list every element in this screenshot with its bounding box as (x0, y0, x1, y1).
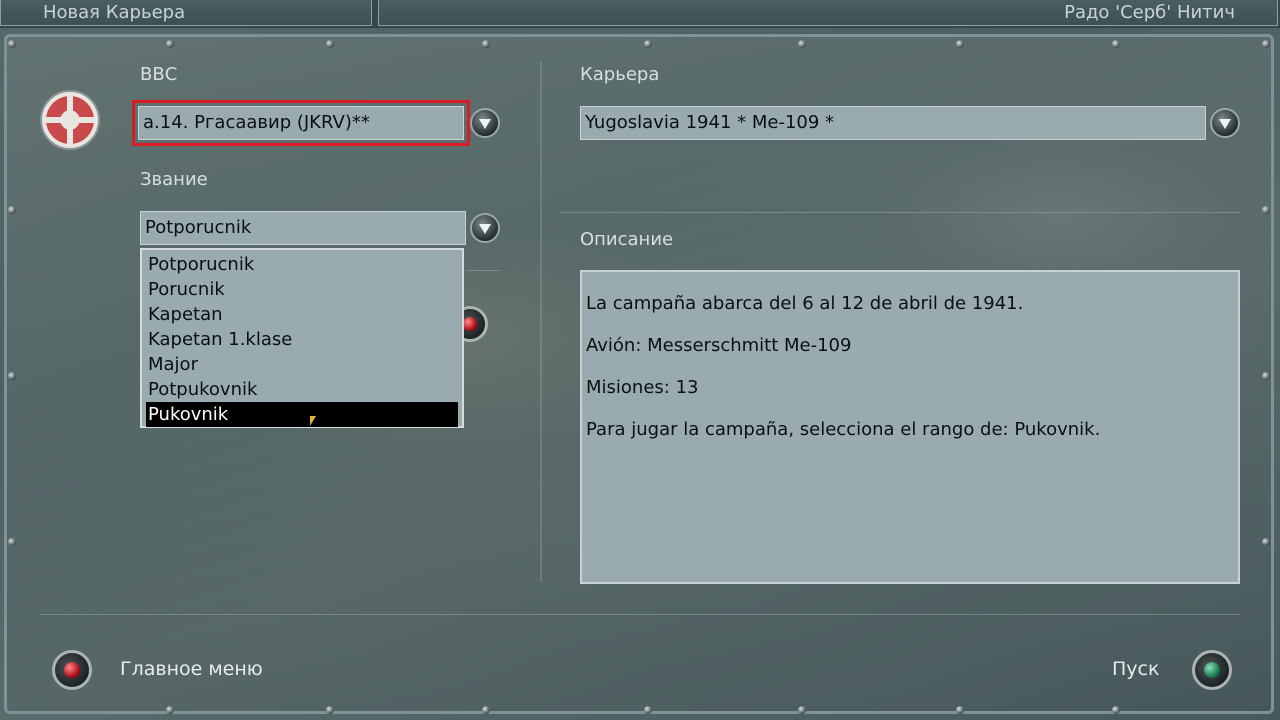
divider-right (560, 212, 1240, 213)
rank-option[interactable]: Kapetan (146, 302, 458, 327)
rank-dropdown-button[interactable] (470, 213, 500, 243)
rivet (956, 40, 964, 48)
airforce-label: ВВС (140, 64, 178, 85)
mouse-cursor-icon (310, 416, 316, 426)
green-lamp-icon (1204, 662, 1220, 678)
rivet (8, 538, 16, 546)
main-menu-button[interactable] (52, 650, 92, 690)
rank-dropdown-list: Potporucnik Porucnik Kapetan Kapetan 1.k… (140, 248, 464, 428)
start-label[interactable]: Пуск (1112, 658, 1159, 680)
rivet (326, 40, 334, 48)
rivet (482, 40, 490, 48)
rivet (798, 40, 806, 48)
rivet (1262, 206, 1270, 214)
main-menu-label[interactable]: Главное меню (120, 658, 263, 680)
rank-option[interactable]: Kapetan 1.klase (146, 327, 458, 352)
rivet (8, 372, 16, 380)
career-dropdown-button[interactable] (1210, 108, 1240, 138)
airforce-select[interactable]: a.14. Pгасаавир (JKRV)** (132, 100, 470, 146)
knob-lamp (463, 317, 477, 331)
rivet (482, 706, 490, 714)
pilot-name: Радо 'Серб' Нитич (378, 0, 1278, 26)
rivet (644, 706, 652, 714)
rank-option[interactable]: Potporucnik (146, 252, 458, 277)
roundel-cross (44, 117, 96, 123)
divider-left-mid (466, 270, 500, 271)
rivet (8, 40, 16, 48)
rivet (166, 40, 174, 48)
rivet (644, 40, 652, 48)
description-line: Para jugar la campaña, selecciona el ran… (586, 419, 1101, 440)
airforce-dropdown-button[interactable] (470, 108, 500, 138)
red-lamp-icon (64, 662, 80, 678)
description-box: La campaña abarca del 6 al 12 de abril d… (580, 270, 1240, 584)
rivet (956, 706, 964, 714)
rivet (1112, 40, 1120, 48)
screen-title: Новая Карьера (0, 0, 372, 26)
roundel-icon (40, 90, 100, 150)
rivet (798, 706, 806, 714)
career-label: Карьера (580, 64, 660, 85)
description-line: Avión: Messerschmitt Me-109 (586, 335, 852, 356)
rivet (8, 206, 16, 214)
column-divider (540, 62, 542, 582)
career-select[interactable]: Yugoslavia 1941 * Me-109 * (580, 106, 1206, 140)
description-label: Описание (580, 229, 674, 250)
start-button[interactable] (1192, 650, 1232, 690)
rivet (1262, 40, 1270, 48)
divider-bottom (40, 614, 1240, 615)
rank-select[interactable]: Potporucnik (140, 211, 466, 245)
rivet (1262, 372, 1270, 380)
rank-option[interactable]: Porucnik (146, 277, 458, 302)
title-bar: Новая Карьера Радо 'Серб' Нитич (0, 0, 1280, 28)
description-line: Misiones: 13 (586, 377, 699, 398)
rank-option[interactable]: Potpukovnik (146, 377, 458, 402)
rivet (1262, 538, 1270, 546)
rivet (166, 706, 174, 714)
description-line: La campaña abarca del 6 al 12 de abril d… (586, 293, 1024, 314)
rivet (326, 706, 334, 714)
rivet (1112, 706, 1120, 714)
rank-option[interactable]: Major (146, 352, 458, 377)
rank-option-highlighted[interactable]: Pukovnik (146, 402, 458, 427)
rank-label: Звание (140, 169, 208, 190)
